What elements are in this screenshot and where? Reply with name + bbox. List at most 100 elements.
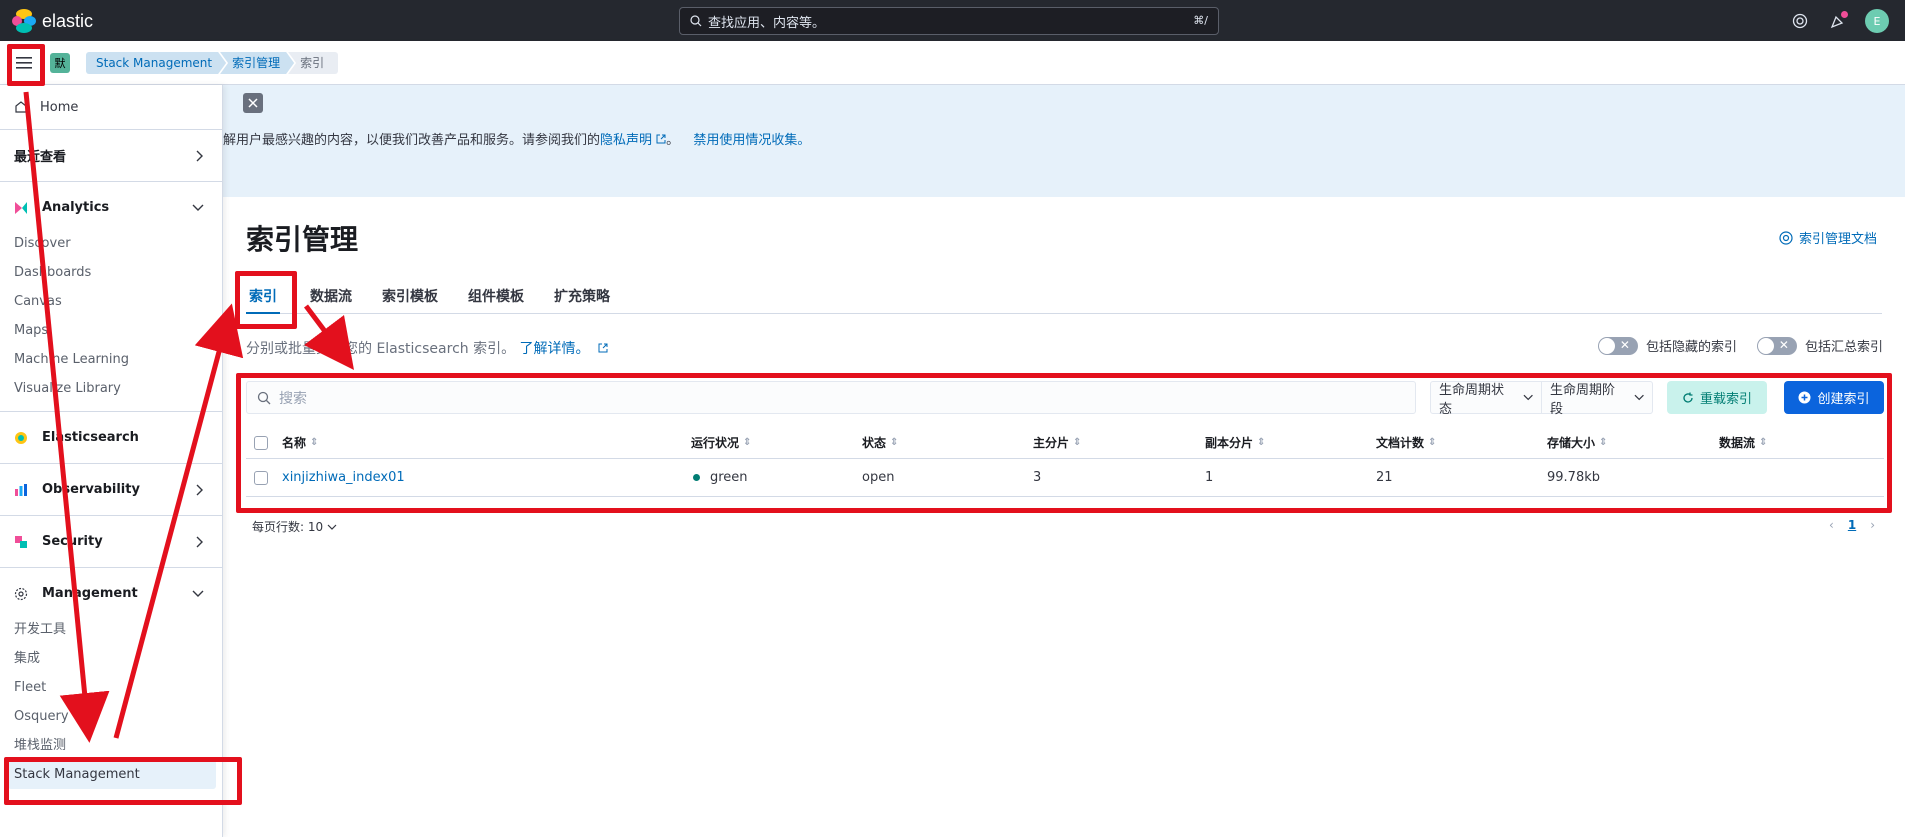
tab-data-streams[interactable]: 数据流 (310, 280, 352, 314)
docs-link-label: 索引管理文档 (1798, 232, 1877, 247)
nav-group-observability[interactable]: Observability (0, 464, 222, 516)
column-status[interactable]: 状态 ⇕ (862, 427, 898, 458)
column-docs-count[interactable]: 文档计数 ⇕ (1376, 427, 1436, 458)
column-datastream-label: 数据流 (1719, 436, 1756, 450)
tab-component-templates[interactable]: 组件模板 (468, 280, 524, 314)
column-replica[interactable]: 副本分片 ⇕ (1205, 427, 1265, 458)
docs-count-cell: 21 (1376, 470, 1393, 485)
security-icon (15, 535, 27, 548)
column-health[interactable]: 运行状况 ⇕ (691, 427, 751, 458)
nav-group-analytics-header[interactable]: Analytics (0, 182, 222, 233)
reload-indices-button[interactable]: 重载索引 (1667, 381, 1767, 414)
health-value: green (710, 470, 748, 485)
privacy-statement-link[interactable]: 隐私声明 (600, 133, 652, 148)
reload-label: 重载索引 (1699, 392, 1752, 407)
nav-home[interactable]: Home (0, 85, 222, 130)
callout-separator: 。 (666, 133, 680, 148)
tab-indices[interactable]: 索引 (246, 280, 280, 314)
rows-per-page-label: 每页行数: 10 (252, 520, 324, 534)
column-name[interactable]: 名称 ⇕ (282, 427, 318, 458)
chevron-right-icon (196, 150, 203, 161)
next-page-icon[interactable]: › (1870, 518, 1875, 532)
breadcrumb-index-management[interactable]: 索引管理 (220, 52, 294, 74)
column-primary[interactable]: 主分片 ⇕ (1033, 427, 1081, 458)
nav-link-stack-monitoring[interactable]: 堆栈监测 (0, 731, 222, 760)
nav-recently-viewed[interactable]: 最近查看 (0, 130, 222, 182)
sort-icon: ⇕ (1428, 437, 1437, 448)
tab-index-templates[interactable]: 索引模板 (382, 280, 438, 314)
nav-link-visualize-library[interactable]: Visualize Library (0, 374, 222, 403)
search-placeholder: 搜索 (279, 390, 307, 407)
nav-link-machine-learning[interactable]: Machine Learning (0, 345, 222, 374)
top-header-bar: elastic 查找应用、内容等。 ⌘/ E (0, 0, 1905, 41)
global-search-input[interactable]: 查找应用、内容等。 ⌘/ (679, 7, 1219, 35)
nav-group-elasticsearch[interactable]: Elasticsearch (0, 412, 222, 464)
side-navigation: Home 最近查看 Analytics Discover Dashboards … (0, 85, 223, 837)
lifecycle-phase-label: 生命周期阶段 (1550, 382, 1616, 417)
gear-icon (14, 587, 28, 600)
nav-group-security[interactable]: Security (0, 516, 222, 568)
create-index-button[interactable]: 创建索引 (1784, 381, 1884, 414)
index-search-input[interactable]: 搜索 (246, 381, 1416, 414)
elasticsearch-icon (15, 431, 27, 444)
rows-per-page-selector[interactable]: 每页行数: 10 (252, 518, 337, 535)
search-icon (257, 391, 271, 404)
include-hidden-indices-toggle[interactable]: ✕ 包括隐藏的索引 (1597, 336, 1737, 355)
sort-icon: ⇕ (310, 437, 319, 448)
callout-close-button[interactable] (243, 93, 263, 113)
column-status-label: 状态 (862, 436, 887, 450)
user-avatar[interactable]: E (1865, 9, 1889, 33)
replica-cell: 1 (1205, 470, 1214, 485)
sort-icon: ⇕ (1599, 437, 1608, 448)
menu-toggle-button[interactable] (10, 49, 38, 77)
help-icon (1779, 230, 1793, 245)
row-checkbox[interactable] (254, 459, 268, 496)
lifecycle-status-filter[interactable]: 生命周期状态 (1430, 381, 1542, 417)
help-icon[interactable] (1789, 10, 1811, 32)
nav-link-fleet[interactable]: Fleet (0, 673, 222, 702)
external-link-icon (656, 134, 666, 144)
recently-viewed-label: 最近查看 (14, 150, 67, 165)
nav-group-management-header[interactable]: Management (0, 568, 222, 619)
index-management-docs-link[interactable]: 索引管理文档 (1779, 228, 1877, 247)
home-icon (15, 101, 27, 113)
nav-link-integrations[interactable]: 集成 (0, 644, 222, 673)
nav-group-management-label: Management (42, 586, 138, 601)
brand-name: elastic (42, 10, 94, 31)
nav-group-analytics-label: Analytics (42, 200, 110, 215)
page-description: 分别或批量更新您的 Elasticsearch 索引。 了解详情。 (246, 338, 608, 358)
nav-link-osquery[interactable]: Osquery (0, 702, 222, 731)
learn-more-link[interactable]: 了解详情。 (520, 341, 590, 357)
breadcrumb-stack-management[interactable]: Stack Management (86, 52, 226, 74)
tab-enrich-policies[interactable]: 扩充策略 (554, 280, 610, 314)
column-replica-label: 副本分片 (1205, 436, 1254, 450)
space-avatar[interactable]: 默 (50, 53, 70, 73)
close-icon (248, 98, 258, 108)
status-cell: open (862, 470, 895, 485)
include-rollup-indices-toggle[interactable]: ✕ 包括汇总索引 (1756, 336, 1883, 355)
column-storage-size[interactable]: 存储大小 ⇕ (1547, 427, 1607, 458)
elastic-logo-icon (12, 9, 36, 33)
nav-group-elasticsearch-label: Elasticsearch (42, 430, 139, 445)
disable-telemetry-link[interactable]: 禁用使用情况收集。 (693, 133, 810, 148)
previous-page-icon[interactable]: ‹ (1829, 518, 1834, 532)
nav-link-maps[interactable]: Maps (0, 316, 222, 345)
lifecycle-phase-filter[interactable]: 生命周期阶段 (1541, 381, 1653, 417)
nav-link-stack-management[interactable]: Stack Management (8, 760, 216, 789)
index-name-link[interactable]: xinjizhiwa_index01 (282, 459, 405, 496)
hamburger-icon (16, 57, 32, 69)
elastic-logo[interactable]: elastic (12, 9, 93, 33)
nav-link-dashboards[interactable]: Dashboards (0, 258, 222, 287)
column-data-stream[interactable]: 数据流 ⇕ (1719, 427, 1767, 458)
page-number-current[interactable]: 1 (1848, 518, 1856, 532)
indices-table: 名称 ⇕ 运行状况 ⇕ 状态 ⇕ 主分片 ⇕ 副本分片 ⇕ 文档计数 ⇕ 存储大小 ⇕ 数据流… (246, 427, 1884, 497)
lifecycle-status-label: 生命周期状态 (1439, 382, 1505, 417)
nav-link-dev-tools[interactable]: 开发工具 (0, 615, 222, 644)
select-all-checkbox[interactable] (254, 427, 268, 458)
nav-link-discover[interactable]: Discover (0, 229, 222, 258)
chevron-down-icon (192, 204, 204, 211)
chevron-down-icon (1634, 394, 1644, 401)
nav-link-canvas[interactable]: Canvas (0, 287, 222, 316)
chevron-down-icon (327, 524, 337, 530)
news-feed-icon[interactable] (1827, 10, 1849, 32)
